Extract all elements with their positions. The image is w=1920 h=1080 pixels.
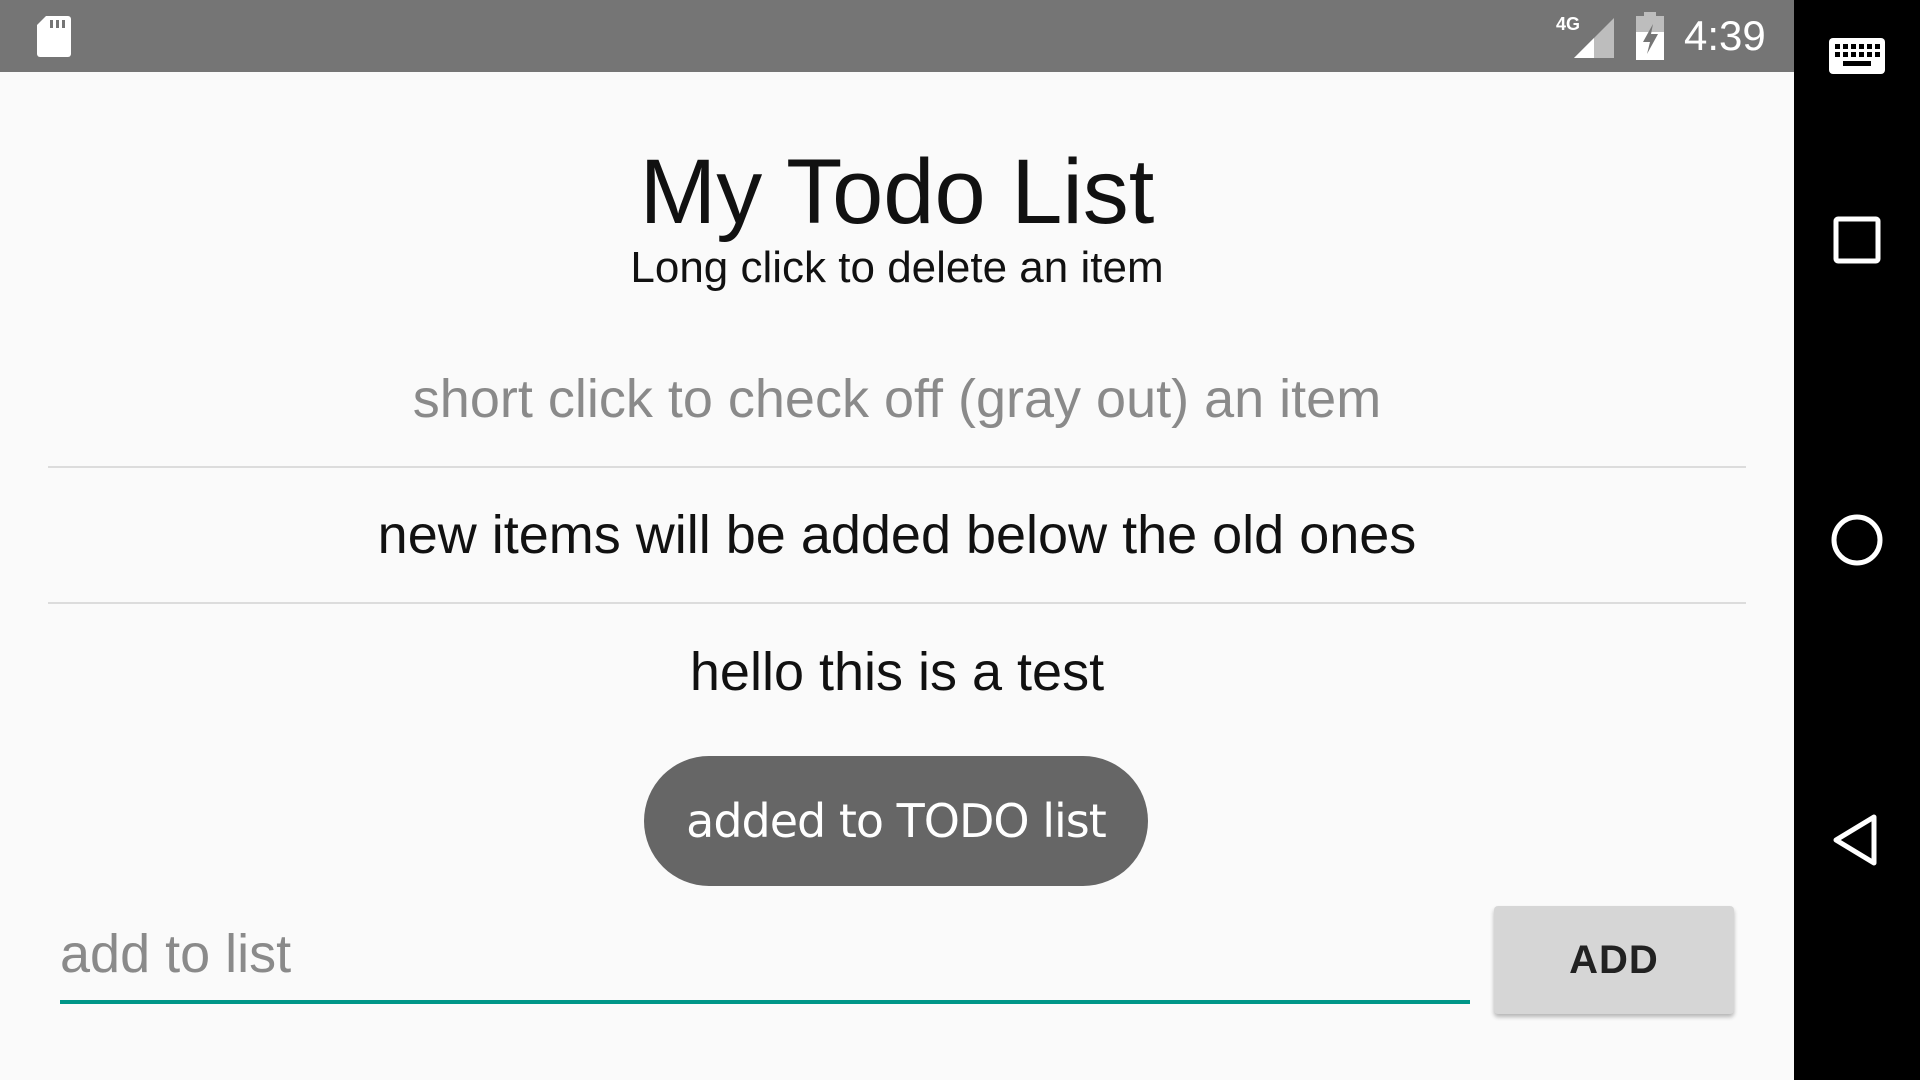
todo-list-item[interactable]: hello this is a test <box>48 604 1746 740</box>
add-item-field-container <box>60 912 1470 1004</box>
todo-list-item[interactable]: new items will be added below the old on… <box>48 468 1746 604</box>
page-subtitle: Long click to delete an item <box>630 243 1164 292</box>
back-icon[interactable] <box>1828 811 1886 869</box>
todo-list-item[interactable]: short click to check off (gray out) an i… <box>48 332 1746 468</box>
todo-list: short click to check off (gray out) an i… <box>48 332 1746 740</box>
app-content: My Todo List Long click to delete an ite… <box>0 72 1794 1080</box>
page-title: My Todo List <box>639 141 1155 243</box>
navigation-bar <box>1794 0 1920 1080</box>
home-icon[interactable] <box>1828 511 1886 569</box>
battery-charging-icon <box>1636 12 1664 60</box>
status-clock: 4:39 <box>1684 12 1766 59</box>
screen: 4G 4:39 My Todo List Long click to delet… <box>0 0 1920 1080</box>
keyboard-icon[interactable] <box>1828 30 1886 82</box>
sd-card-icon <box>37 16 71 57</box>
add-button[interactable]: ADD <box>1494 906 1734 1014</box>
add-item-input[interactable] <box>60 912 1470 996</box>
network-type-label: 4G <box>1556 14 1580 34</box>
toast-message: added to TODO list <box>644 756 1148 886</box>
recents-icon[interactable] <box>1828 211 1886 269</box>
status-bar: 4G 4:39 <box>0 0 1794 72</box>
signal-4g-icon: 4G <box>1556 14 1614 58</box>
